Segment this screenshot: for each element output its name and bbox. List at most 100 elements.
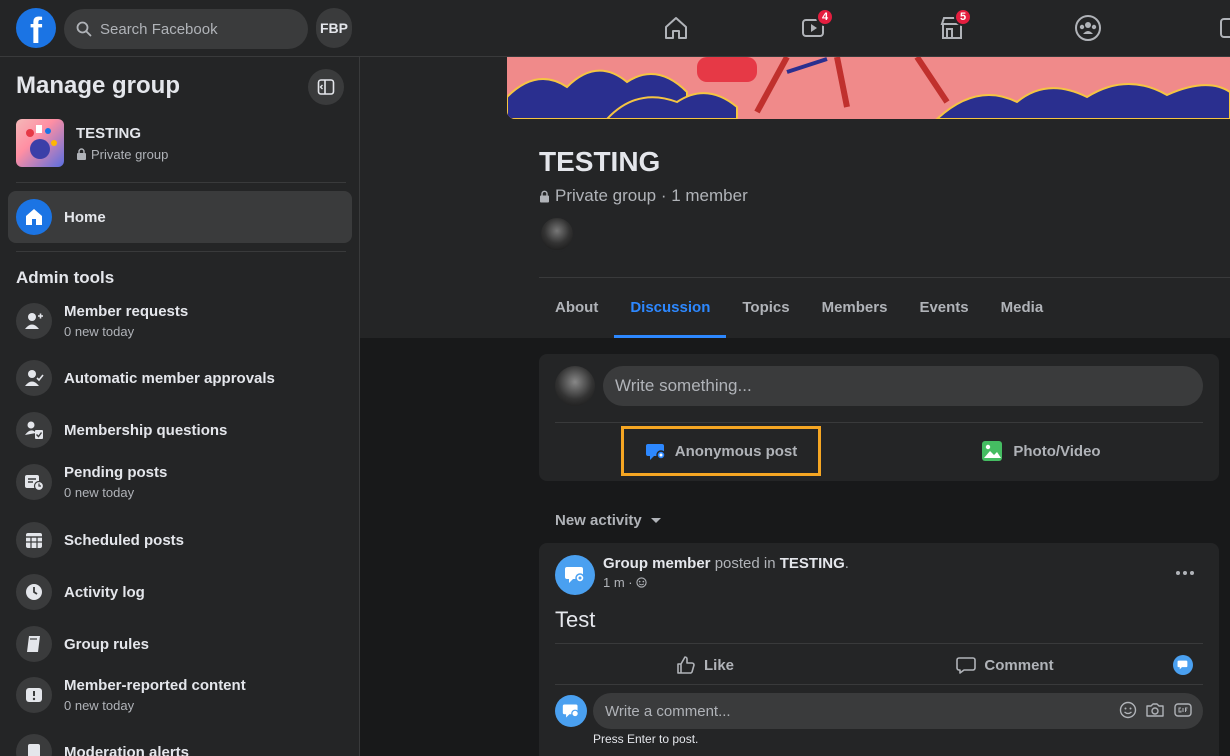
member-avatar[interactable] — [539, 216, 575, 252]
more-horizontal-icon — [1176, 571, 1194, 575]
write-something-input[interactable] — [603, 366, 1203, 406]
home-icon — [665, 17, 687, 39]
reaction-identity-button[interactable] — [1173, 655, 1193, 675]
sidebar-item-activity-log[interactable]: Activity log — [16, 574, 346, 610]
clock-icon — [16, 574, 52, 610]
home-icon — [16, 199, 52, 235]
sidebar-item-group-rules[interactable]: Group rules — [16, 626, 346, 662]
feed-post: Group member posted in TESTING. 1 m · Te… — [539, 543, 1219, 756]
sidebar-item-label: Membership questions — [64, 421, 228, 439]
groups-icon — [1075, 15, 1101, 41]
comment-button[interactable]: Comment — [855, 647, 1155, 683]
sidebar-item-label: Automatic member approvals — [64, 369, 275, 387]
anonymous-avatar-icon — [565, 567, 585, 583]
group-type-label: Private group — [91, 146, 169, 162]
nav-groups-button[interactable] — [1066, 8, 1110, 48]
anonymous-post-button[interactable]: Anonymous post — [621, 426, 821, 476]
like-label: Like — [703, 656, 734, 674]
nav-marketplace-button[interactable]: 5 — [930, 8, 974, 48]
sidebar-item-automatic-approvals[interactable]: Automatic member approvals — [16, 360, 346, 396]
post-group-link[interactable]: TESTING — [780, 555, 845, 572]
top-navigation-bar: f FBP 4 5 — [0, 0, 1230, 57]
lock-icon — [540, 190, 549, 202]
group-tabs: About Discussion Topics Members Events M… — [539, 278, 1059, 338]
caret-down-icon — [650, 517, 661, 523]
sidebar-item-member-reported-content[interactable]: Member-reported content 0 new today — [16, 677, 346, 713]
comment-input-tools — [1119, 701, 1193, 719]
tab-members[interactable]: Members — [806, 278, 904, 338]
sidebar-item-label: Activity log — [64, 583, 145, 601]
photo-video-icon — [982, 441, 1003, 461]
post-header: Group member posted in TESTING. — [603, 555, 849, 572]
camera-icon[interactable] — [1145, 701, 1165, 719]
nav-home-button[interactable] — [654, 8, 698, 48]
composer-divider — [555, 422, 1203, 423]
tab-label: Discussion — [630, 299, 711, 316]
sidebar-item-label: Moderation alerts — [64, 743, 190, 756]
sidebar-divider — [16, 182, 346, 183]
sidebar-item-pending-posts[interactable]: Pending posts 0 new today — [16, 464, 346, 500]
sidebar-item-sub: 0 new today — [64, 324, 135, 339]
nav-gaming-button[interactable] — [1204, 8, 1230, 48]
anonymous-avatar-icon — [562, 704, 579, 718]
post-author[interactable]: Group member — [603, 555, 711, 572]
sidebar-item-home[interactable]: Home — [8, 191, 352, 243]
questions-icon — [16, 412, 52, 448]
sidebar-item-member-requests[interactable]: Member requests 0 new today — [16, 303, 346, 339]
facebook-logo[interactable]: f — [16, 8, 56, 48]
admin-tools-heading: Admin tools — [16, 268, 115, 287]
anonymous-post-icon — [645, 444, 666, 460]
post-author-avatar[interactable] — [555, 555, 595, 595]
post-time-text: 1 m · — [603, 575, 633, 590]
manage-group-sidebar: Manage group TESTING Private group Home … — [0, 57, 360, 756]
sidebar-title: Manage group — [16, 72, 181, 99]
composer-avatar[interactable] — [555, 366, 595, 406]
post-divider — [555, 643, 1203, 644]
group-summary[interactable]: TESTING Private group — [16, 119, 168, 167]
tab-topics[interactable]: Topics — [726, 278, 805, 338]
commenter-avatar[interactable] — [555, 695, 587, 727]
comment-input[interactable] — [593, 693, 1203, 729]
gaming-icon — [1220, 18, 1230, 38]
tab-label: About — [555, 299, 599, 316]
comment-label: Comment — [984, 656, 1054, 674]
search-input[interactable] — [100, 20, 290, 38]
tab-label: Topics — [742, 299, 790, 316]
gif-icon[interactable] — [1173, 701, 1193, 719]
tab-about[interactable]: About — [539, 278, 614, 338]
search-box[interactable] — [64, 9, 308, 49]
photo-video-button[interactable]: Photo/Video — [879, 427, 1203, 475]
tab-media[interactable]: Media — [985, 278, 1060, 338]
sidebar-toggle-icon — [317, 79, 335, 95]
auto-approve-icon — [16, 360, 52, 396]
post-timestamp[interactable]: 1 m · — [603, 575, 647, 590]
post-more-options-button[interactable] — [1167, 559, 1203, 587]
sidebar-item-label: Member requests — [64, 303, 189, 320]
sidebar-item-sub: 0 new today — [64, 485, 135, 500]
post-tail: . — [844, 555, 849, 572]
anonymous-avatar-icon — [1177, 660, 1188, 670]
emoji-icon[interactable] — [1119, 701, 1137, 719]
sidebar-item-label: Pending posts — [64, 464, 168, 481]
sidebar-item-moderation-alerts[interactable]: Moderation alerts — [16, 734, 346, 756]
group-privacy: Private group — [76, 147, 168, 162]
like-button[interactable]: Like — [555, 647, 855, 683]
post-verb: posted in — [710, 555, 780, 572]
feed-sort-dropdown[interactable]: New activity — [555, 512, 662, 529]
group-meta-text: Private group · 1 member — [555, 186, 748, 205]
calendar-icon — [16, 522, 52, 558]
tab-events[interactable]: Events — [903, 278, 984, 338]
sidebar-item-scheduled-posts[interactable]: Scheduled posts — [16, 522, 346, 558]
collapse-sidebar-button[interactable] — [308, 69, 344, 105]
watch-badge: 4 — [816, 8, 834, 26]
group-cover-thumbnail — [16, 119, 64, 167]
comment-hint: Press Enter to post. — [593, 732, 699, 746]
nav-watch-button[interactable]: 4 — [792, 8, 836, 48]
rules-book-icon — [16, 626, 52, 662]
tab-label: Members — [821, 299, 888, 316]
tab-discussion[interactable]: Discussion — [614, 278, 727, 338]
sidebar-item-membership-questions[interactable]: Membership questions — [16, 412, 346, 448]
profile-shortcut-button[interactable]: FBP — [316, 8, 352, 48]
group-cover-photo — [507, 57, 1230, 119]
facebook-logo-glyph: f — [30, 10, 42, 48]
